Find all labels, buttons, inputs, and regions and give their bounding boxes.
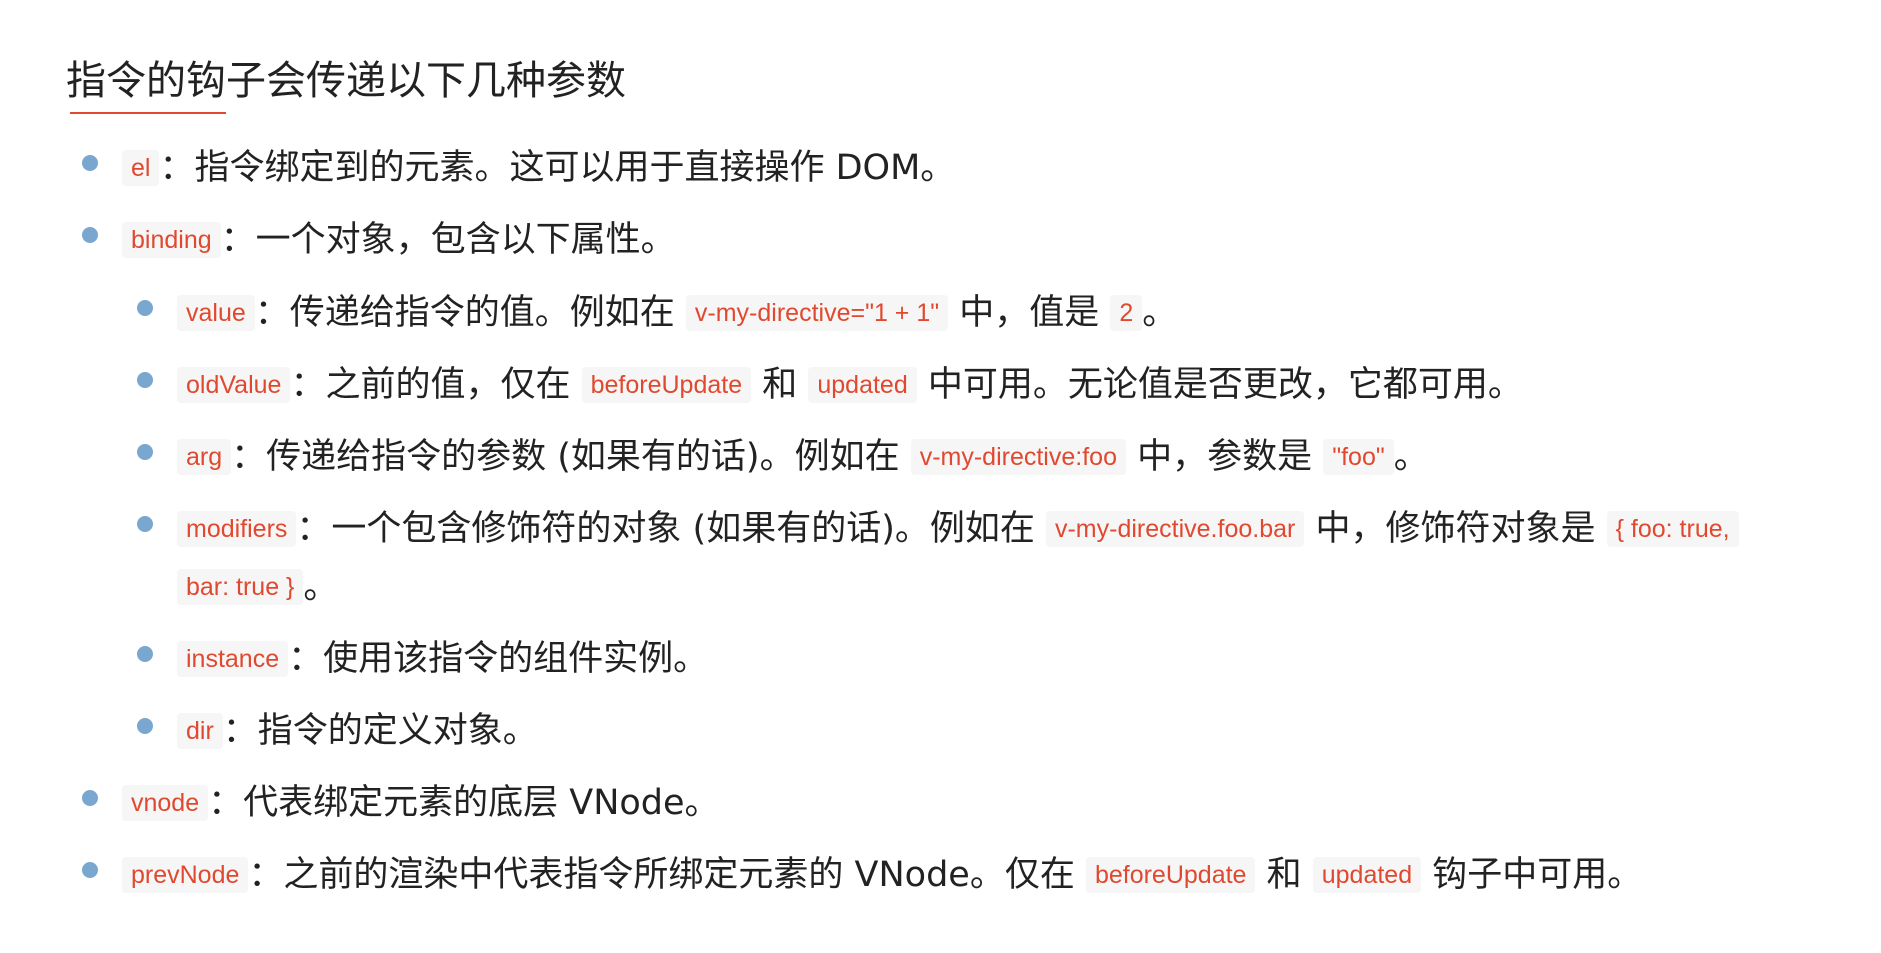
item-text: 。 <box>1142 293 1178 333</box>
item-text: 和 <box>1255 855 1313 895</box>
code-value: value <box>177 295 255 331</box>
code-before-update: beforeUpdate <box>581 367 752 403</box>
item-text: 中可用。无论值是否更改，它都可用。 <box>916 365 1523 405</box>
code-updated: updated <box>808 367 917 403</box>
code-instance: instance <box>177 641 289 677</box>
item-text: ：一个对象，包含以下属性。 <box>220 220 676 260</box>
code-example: v-my-directive.foo.bar <box>1045 511 1305 547</box>
code-modifiers: modifiers <box>177 511 297 547</box>
bullet-icon <box>82 790 98 806</box>
list-item-vnode: vnode ：代表绑定元素的底层 VNode。 <box>122 775 720 831</box>
list-item-oldvalue: oldValue ：之前的值，仅在 beforeUpdate 和 updated … <box>177 357 1523 413</box>
bullet-icon <box>137 444 153 460</box>
code-vnode: vnode <box>122 785 209 821</box>
code-arg: arg <box>177 439 232 475</box>
item-text: 中，参数是 <box>1125 437 1324 477</box>
code-binding: binding <box>122 222 221 258</box>
code-example: "foo" <box>1323 439 1394 475</box>
section-heading: 指令的钩子会传递以下几种参数 <box>66 58 626 104</box>
item-text: ：指令的定义对象。 <box>222 711 538 751</box>
code-before-update: beforeUpdate <box>1085 857 1256 893</box>
item-text: 中，修饰符对象是 <box>1304 509 1607 549</box>
list-item-el: el ：指令绑定到的元素。这可以用于直接操作 DOM。 <box>122 140 955 196</box>
item-text: 中，值是 <box>948 293 1111 333</box>
list-item-modifiers-continued: bar: true }。 <box>177 559 338 615</box>
code-example: { foo: true, <box>1606 511 1739 547</box>
code-dir: dir <box>177 713 223 749</box>
list-item-binding: binding ：一个对象，包含以下属性。 <box>122 212 676 268</box>
item-text: ：指令绑定到的元素。这可以用于直接操作 DOM。 <box>159 148 956 188</box>
list-item-dir: dir ：指令的定义对象。 <box>177 703 538 759</box>
bullet-icon <box>82 155 98 171</box>
list-item-arg: arg ：传递给指令的参数 (如果有的话)。例如在 v-my-directive:… <box>177 429 1429 485</box>
code-example: 2 <box>1110 295 1143 331</box>
code-el: el <box>122 150 160 186</box>
code-example: v-my-directive="1 + 1" <box>685 295 949 331</box>
list-item-prevnode: prevNode ：之前的渲染中代表指令所绑定元素的 VNode。仅在 befor… <box>122 847 1642 903</box>
item-text: 。 <box>1393 437 1429 477</box>
bullet-icon <box>82 227 98 243</box>
item-text: ：代表绑定元素的底层 VNode。 <box>208 783 720 823</box>
bullet-icon <box>137 718 153 734</box>
item-text: ：之前的值，仅在 <box>290 365 582 405</box>
code-prevnode: prevNode <box>122 857 249 893</box>
item-text: ：传递给指令的值。例如在 <box>254 293 686 333</box>
item-text: ：一个包含修饰符的对象 (如果有的话)。例如在 <box>296 509 1046 549</box>
code-oldvalue: oldValue <box>177 367 291 403</box>
item-text: ：传递给指令的参数 (如果有的话)。例如在 <box>231 437 911 477</box>
code-example: v-my-directive:foo <box>910 439 1126 475</box>
bullet-icon <box>137 516 153 532</box>
bullet-icon <box>137 372 153 388</box>
list-item-modifiers: modifiers ：一个包含修饰符的对象 (如果有的话)。例如在 v-my-di… <box>177 501 1739 557</box>
heading-underline <box>70 112 226 114</box>
bullet-icon <box>82 862 98 878</box>
list-item-value: value ：传递给指令的值。例如在 v-my-directive="1 + 1"… <box>177 285 1177 341</box>
bullet-icon <box>137 300 153 316</box>
item-text: 钩子中可用。 <box>1421 855 1643 895</box>
list-item-instance: instance ：使用该指令的组件实例。 <box>177 631 708 687</box>
item-text: 和 <box>751 365 809 405</box>
code-example: bar: true } <box>177 569 304 605</box>
item-text: 。 <box>303 567 339 607</box>
item-text: ：之前的渲染中代表指令所绑定元素的 VNode。仅在 <box>248 855 1086 895</box>
bullet-icon <box>137 646 153 662</box>
item-text: ：使用该指令的组件实例。 <box>288 639 709 679</box>
code-updated: updated <box>1312 857 1422 893</box>
